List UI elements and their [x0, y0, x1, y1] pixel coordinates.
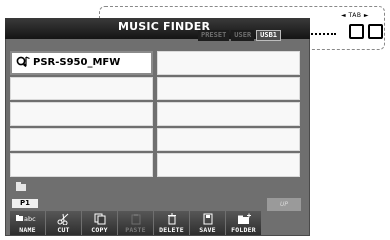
- tab-user[interactable]: USER: [231, 30, 255, 41]
- copy-icon: [94, 213, 105, 225]
- tab-preset[interactable]: PRESET: [198, 30, 230, 41]
- folder-button[interactable]: FOLDER: [226, 211, 261, 235]
- copy-button[interactable]: COPY: [82, 211, 117, 235]
- up-button-label: UP: [279, 201, 288, 208]
- empty-file-slot[interactable]: [157, 153, 300, 177]
- music-finder-file-icon: [16, 53, 31, 72]
- scissors-icon: [57, 213, 68, 225]
- page-indicator[interactable]: P1: [12, 199, 38, 208]
- current-folder-icon: [16, 182, 26, 191]
- paste-button-label: PASTE: [125, 226, 146, 234]
- save-button-label: SAVE: [199, 226, 216, 234]
- new-folder-icon: [237, 213, 251, 224]
- folder-abc-icon: abc: [15, 215, 36, 222]
- empty-file-slot[interactable]: [10, 76, 153, 101]
- file-grid: PSR-S950_MFW: [10, 51, 300, 179]
- empty-file-slot[interactable]: [10, 127, 153, 152]
- cut-button[interactable]: CUT: [46, 211, 81, 235]
- empty-file-slot[interactable]: [157, 76, 300, 101]
- save-button[interactable]: SAVE: [190, 211, 225, 235]
- paste-icon: [131, 214, 140, 225]
- name-button-label: NAME: [19, 226, 36, 234]
- tab-hint-label: ◄ TAB ►: [341, 12, 369, 19]
- up-button[interactable]: UP: [267, 198, 301, 211]
- page-title: MUSIC FINDER: [118, 20, 211, 33]
- trash-icon: [167, 213, 176, 225]
- tab-usb1[interactable]: USB1: [256, 30, 282, 41]
- empty-file-slot[interactable]: [157, 51, 300, 75]
- delete-button[interactable]: DELETE: [154, 211, 189, 235]
- save-icon: [203, 213, 212, 225]
- cut-button-label: CUT: [57, 226, 70, 234]
- tab-left-button[interactable]: [349, 24, 364, 39]
- empty-file-slot[interactable]: [157, 102, 300, 126]
- copy-button-label: COPY: [91, 226, 108, 234]
- name-icon-text: abc: [24, 215, 36, 222]
- tab-right-button[interactable]: [368, 24, 383, 39]
- folder-button-label: FOLDER: [231, 226, 256, 234]
- drive-tab-bar: PRESET USER USB1: [198, 30, 282, 41]
- empty-file-slot[interactable]: [157, 127, 300, 152]
- paste-button[interactable]: PASTE: [118, 211, 153, 235]
- file-item[interactable]: PSR-S950_MFW: [10, 51, 153, 75]
- empty-file-slot[interactable]: [10, 153, 153, 177]
- name-button[interactable]: abc NAME: [10, 211, 45, 235]
- file-toolbar: abc NAME CUT COPY PASTE DELETE SAVE FOLD…: [10, 211, 306, 235]
- empty-file-slot[interactable]: [10, 102, 153, 126]
- delete-button-label: DELETE: [159, 226, 184, 234]
- file-name: PSR-S950_MFW: [33, 57, 121, 69]
